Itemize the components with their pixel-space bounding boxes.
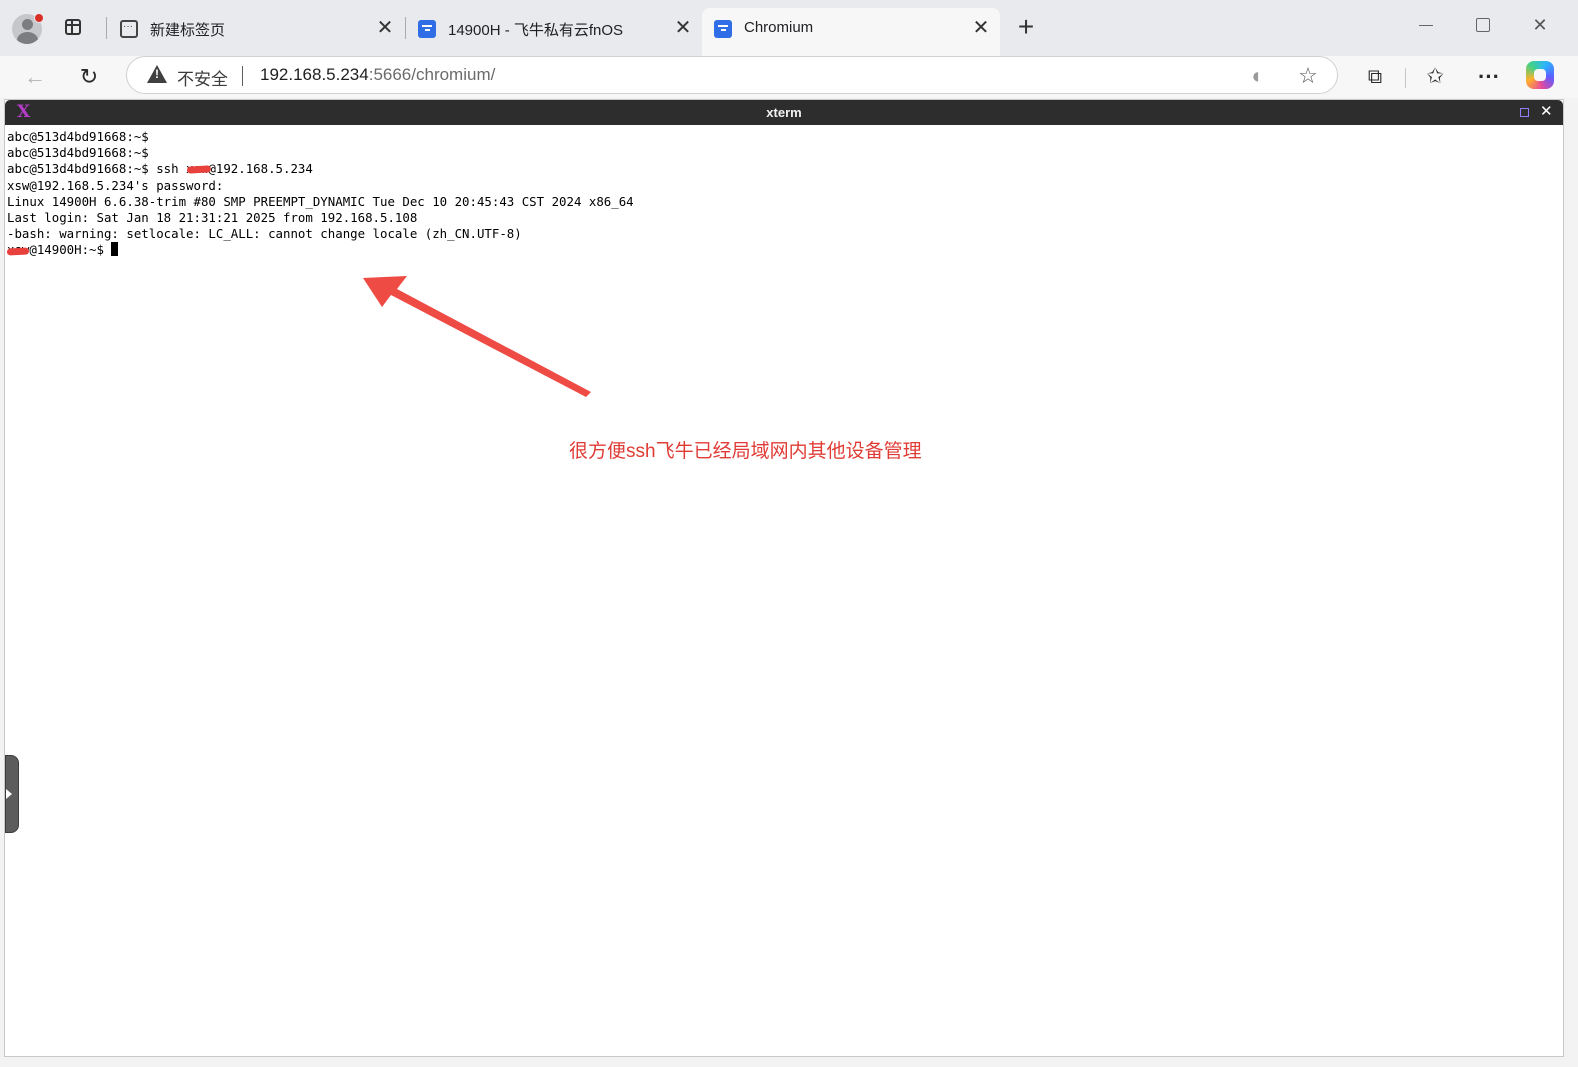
xterm-title: xterm (766, 105, 802, 120)
tab-strip: 新建标签页 ✕ 14900H - 飞牛私有云fnOS ✕ Chromium ✕ … (0, 0, 1578, 56)
address-separator (242, 66, 243, 86)
back-arrow-icon[interactable]: ← (18, 60, 52, 94)
tab-title: Chromium (744, 19, 814, 36)
terminal-line: xsw@192.168.5.234's password: (7, 177, 224, 193)
url-text[interactable]: 192.168.5.234:5666/chromium/ (260, 65, 495, 85)
read-aloud-icon[interactable]: ◐ (1244, 62, 1272, 90)
terminal-cursor (111, 242, 119, 257)
new-tab-icon (120, 20, 138, 38)
terminal-line: abc@513d4bd91668:~$ (7, 145, 149, 161)
tab-separator (106, 17, 107, 39)
address-bar[interactable]: 不安全 192.168.5.234:5666/chromium/ ◐ ☆ (126, 56, 1338, 94)
toolbar-separator (1405, 68, 1406, 88)
annotation-text: 很方便ssh飞牛已经局域网内其他设备管理 (569, 441, 922, 462)
annotation-arrow (363, 276, 591, 397)
tab-actions-icon[interactable] (62, 16, 86, 40)
maximize-icon[interactable] (1468, 12, 1498, 38)
terminal-prompt-line: xsw@14900H:~$ (6, 242, 1547, 258)
page-content: X xterm ✕ abc@513d4bd91668:~$ abc@513d4b… (4, 99, 1564, 1057)
notification-dot (34, 13, 44, 23)
minimize-icon[interactable] (1411, 12, 1441, 38)
side-panel-handle[interactable] (5, 755, 19, 833)
window-close-icon[interactable]: ✕ (1525, 12, 1555, 38)
browser-toolbar: ← ↻ 不安全 192.168.5.234:5666/chromium/ ◐ ☆… (0, 56, 1578, 98)
favorites-list-icon[interactable]: ✩ (1418, 60, 1452, 94)
terminal-line: Linux 14900H 6.6.38-trim #80 SMP PREEMPT… (7, 193, 634, 209)
fnos-icon (418, 20, 436, 38)
tab-chromium[interactable]: Chromium ✕ (702, 8, 1000, 56)
warning-icon[interactable] (147, 65, 167, 83)
tab-close-icon[interactable]: ✕ (970, 17, 992, 39)
terminal-line: abc@513d4bd91668:~$ ssh xsw@192.168.5.23… (7, 161, 313, 177)
tab-title: 新建标签页 (150, 22, 226, 39)
terminal-line: -bash: warning: setlocale: LC_ALL: canno… (7, 226, 522, 242)
new-tab-plus-icon[interactable]: + (1014, 13, 1038, 41)
xterm-close-icon[interactable]: ✕ (1540, 102, 1553, 122)
terminal-line: Last login: Sat Jan 18 21:31:21 2025 fro… (7, 209, 418, 225)
security-label[interactable]: 不安全 (177, 65, 228, 90)
xterm-titlebar[interactable]: X xterm ✕ (5, 100, 1563, 125)
extensions-puzzle-icon[interactable]: ⧉ (1358, 60, 1392, 94)
terminal-line: abc@513d4bd91668:~$ (7, 129, 149, 144)
reload-icon[interactable]: ↻ (72, 60, 106, 94)
more-options-icon[interactable]: ··· (1472, 60, 1506, 94)
copilot-icon[interactable] (1526, 61, 1554, 89)
favorite-star-icon[interactable]: ☆ (1294, 62, 1322, 90)
tab-close-icon[interactable]: ✕ (672, 17, 694, 39)
terminal-output[interactable]: abc@513d4bd91668:~$ abc@513d4bd91668:~$ … (6, 129, 1547, 259)
xterm-maximize-icon[interactable] (1520, 108, 1529, 117)
fnos-icon (714, 20, 732, 38)
tab-fnos[interactable]: 14900H - 飞牛私有云fnOS ✕ (406, 8, 702, 56)
tab-title: 14900H - 飞牛私有云fnOS (448, 22, 624, 39)
tab-new-tab[interactable]: 新建标签页 ✕ (108, 8, 404, 56)
tab-close-icon[interactable]: ✕ (374, 17, 396, 39)
